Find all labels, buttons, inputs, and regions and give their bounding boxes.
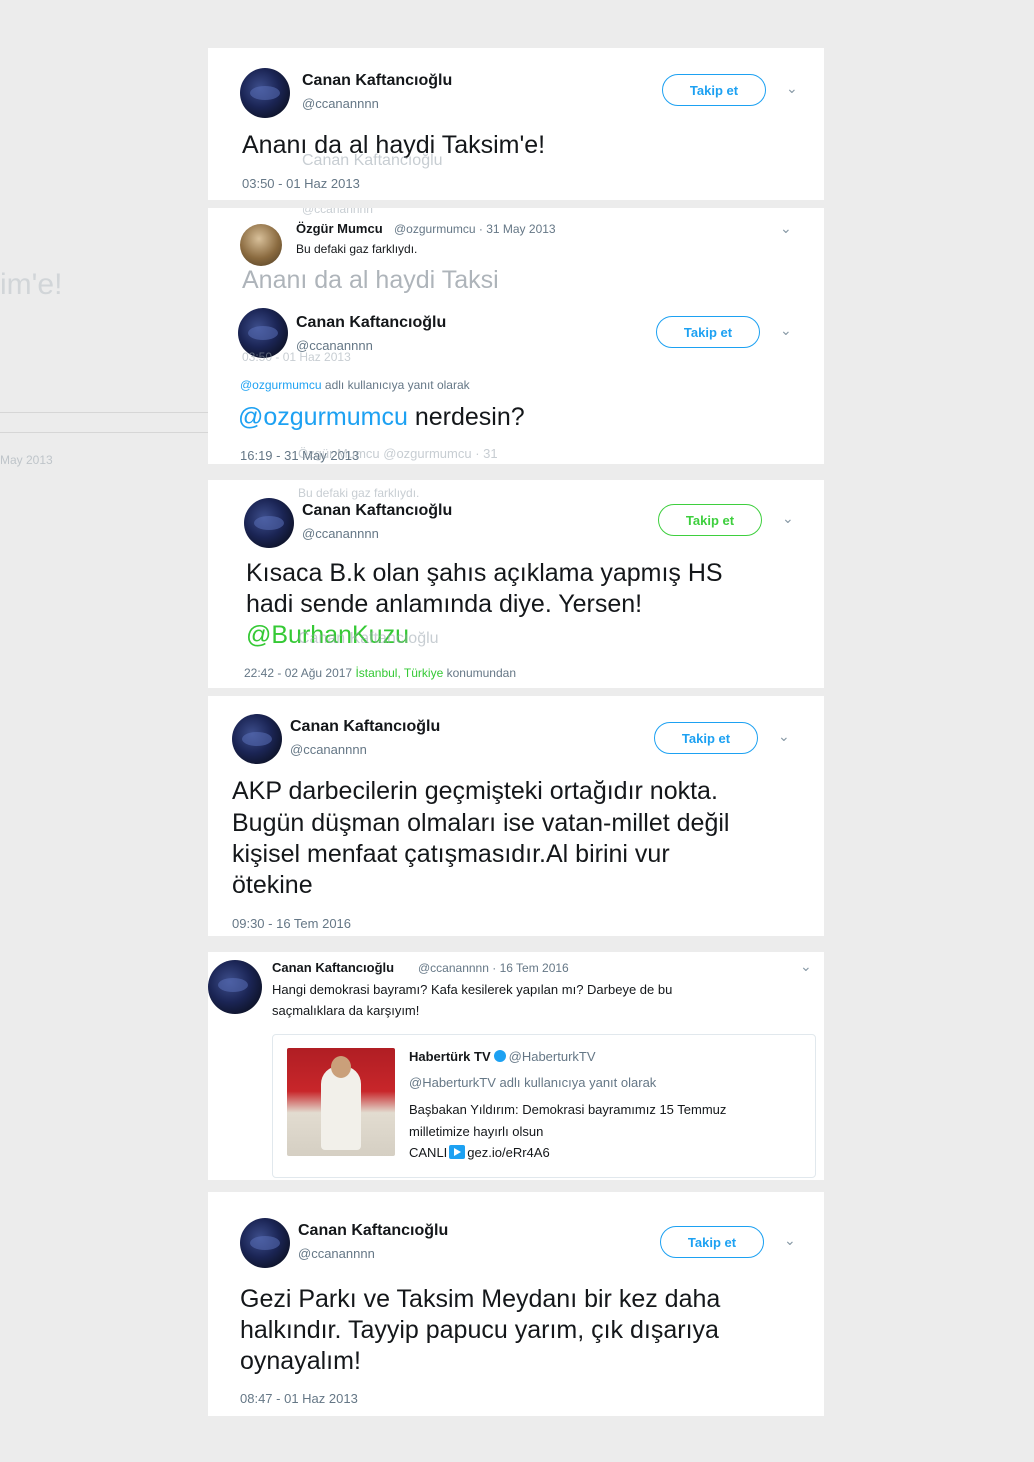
tweet-text-line: Gezi Parkı ve Taksim Meydanı bir kez dah… [240,1285,721,1313]
chevron-down-icon[interactable]: ⌄ [780,220,792,237]
tweet-text-line: kişisel menfaat çatışmasıdır.Al birini v… [232,840,670,868]
chevron-down-icon[interactable]: ⌄ [782,510,794,527]
play-icon [449,1145,466,1159]
tweet-text-line: hadi sende anlamında diye. Yersen! [246,590,643,618]
avatar[interactable] [244,498,294,548]
tweet-card: Canan Kaftancıoğlu @ccanannnn Takip et ⌄… [208,696,824,936]
author-handle[interactable]: @ccanannnn [298,1246,375,1261]
quoted-reply-context: @HaberturkTV adlı kullanıcıya yanıt olar… [409,1075,657,1090]
tweet-text-line: oynayalım! [240,1347,361,1375]
author-handle-date[interactable]: @ozgurmumcu · 31 May 2013 [394,222,556,236]
author-name[interactable]: Canan Kaftancıoğlu [298,1222,448,1240]
quoted-author-name-text[interactable]: Habertürk TV [409,1049,491,1064]
quoted-tweet[interactable]: Habertürk TV @HaberturkTV @HaberturkTV ad… [272,1034,816,1178]
avatar[interactable] [240,224,282,266]
tweet-timestamp[interactable]: 22:42 - 02 Ağu 2017 [244,666,352,680]
chevron-down-icon[interactable]: ⌄ [786,80,798,97]
follow-button[interactable]: Takip et [654,722,758,754]
quoted-author-name[interactable]: Habertürk TV @HaberturkTV [409,1049,596,1064]
tweet-card: Canan Kaftancıoğlu @ccanannnn Takip et ⌄… [208,48,824,200]
tweet-timestamp[interactable]: 08:47 - 01 Haz 2013 [240,1391,358,1406]
quoted-text-line: milletimize hayırlı olsun [409,1124,544,1139]
tweet-card: Bu defaki gaz farklıydı. Canan Kaftancıo… [208,480,824,688]
author-handle[interactable]: @ccanannnn [302,96,379,111]
tweet-text: @ozgurmumcu nerdesin? [238,402,525,433]
ghost-timestamp: 03:50 - 01 Haz 2013 [242,350,351,364]
location-suffix: konumundan [446,666,516,680]
author-name[interactable]: Canan Kaftancıoğlu [302,502,452,520]
verified-badge-icon [493,1050,506,1062]
ghost-tweet-text: Ananı da al haydi Taksi [242,266,499,294]
ghost-author-name: Canan Kaftancıoğlu [302,152,443,169]
left-ghost-line [0,412,208,413]
tweet-card: Canan Kaftancıoğlu @ccanannnn Takip et ⌄… [208,300,824,464]
tweet-text-line: halkındır. Tayyip papucu yarım, çık dışa… [240,1316,719,1344]
chevron-down-icon[interactable]: ⌄ [800,958,812,975]
reply-to-label: adlı kullanıcıya yanıt olarak [324,378,470,392]
chevron-down-icon[interactable]: ⌄ [784,1232,796,1249]
avatar[interactable] [208,960,262,1014]
mention-link[interactable]: @ozgurmumcu [238,403,408,431]
follow-button[interactable]: Takip et [662,74,766,106]
author-name[interactable]: Özgür Mumcu [296,221,383,236]
tweet-text: Bu defaki gaz farklıydı. [296,242,418,256]
reply-context: @ozgurmumcu adlı kullanıcıya yanıt olara… [240,378,470,392]
follow-button[interactable]: Takip et [656,316,760,348]
tweet-card: Canan Kaftancıoğlu @ccanannnn Takip et ⌄… [208,1192,824,1416]
tweet-text-line: AKP darbecilerin geçmişteki ortağıdır no… [232,777,718,805]
avatar[interactable] [232,714,282,764]
tweet-card: @ccanannnn Özgür Mumcu @ozgurmumcu · 31 … [208,208,824,300]
follow-button[interactable]: Takip et [658,504,762,536]
author-name[interactable]: Canan Kaftancıoğlu [296,314,446,332]
avatar[interactable] [240,68,290,118]
tweet-text-body: nerdesin? [414,403,525,431]
tweet-timestamp[interactable]: 03:50 - 01 Haz 2013 [242,176,360,191]
left-ghost-text: im'e! [0,268,63,301]
ghost-author-name: Canan Kaftancıoğlu [298,630,439,647]
tweet-text-line: Bugün düşman olmaları ise vatan-millet d… [232,809,730,837]
left-ghost-line [0,432,208,433]
chevron-down-icon[interactable]: ⌄ [778,728,790,745]
tweet-timestamp[interactable]: 09:30 - 16 Tem 2016 [232,916,351,931]
author-handle[interactable]: @ccanannnn [290,742,367,757]
ghost-handle: @ccanannnn [302,208,373,216]
quoted-author-handle[interactable]: @HaberturkTV [509,1049,596,1064]
author-handle-date[interactable]: @ccanannnn · 16 Tem 2016 [418,961,569,975]
tweet-text-line: saçmalıklara da karşıyım! [272,1003,420,1018]
location-link[interactable]: İstanbul, Türkiye [355,666,443,680]
reply-to-handle[interactable]: @ozgurmumcu [240,378,322,392]
tweet-text-line: ötekine [232,871,313,899]
tweet-timestamp-location[interactable]: 22:42 - 02 Ağu 2017 İstanbul, Türkiye ko… [244,666,516,680]
avatar[interactable] [240,1218,290,1268]
quoted-text-line: Başbakan Yıldırım: Demokrasi bayramımız … [409,1102,727,1117]
author-name[interactable]: Canan Kaftancıoğlu [290,718,440,736]
tweet-text-line: Hangi demokrasi bayramı? Kafa kesilerek … [272,982,673,997]
follow-button[interactable]: Takip et [660,1226,764,1258]
quoted-text-line: CANLI gez.io/eRr4A6 [409,1145,550,1160]
tweet-text-line: Kısaca B.k olan şahıs açıklama yapmış HS [246,559,723,587]
left-ghost-date: May 2013 [0,453,53,467]
quoted-link[interactable]: gez.io/eRr4A6 [467,1145,549,1160]
chevron-down-icon[interactable]: ⌄ [780,322,792,339]
ghost-quoted-text: Bu defaki gaz farklıydı. [298,486,420,500]
live-label: CANLI [409,1145,448,1160]
author-handle[interactable]: @ccanannnn [302,526,379,541]
author-name[interactable]: Canan Kaftancıoğlu [272,960,394,975]
ghost-quoted-name: Özgür Mumcu @ozgurmumcu · 31 [298,446,498,461]
quoted-tweet-image[interactable] [287,1048,395,1156]
author-name[interactable]: Canan Kaftancıoğlu [302,72,452,90]
tweet-card: Canan Kaftancıoğlu @ccanannnn · 16 Tem 2… [208,952,824,1180]
